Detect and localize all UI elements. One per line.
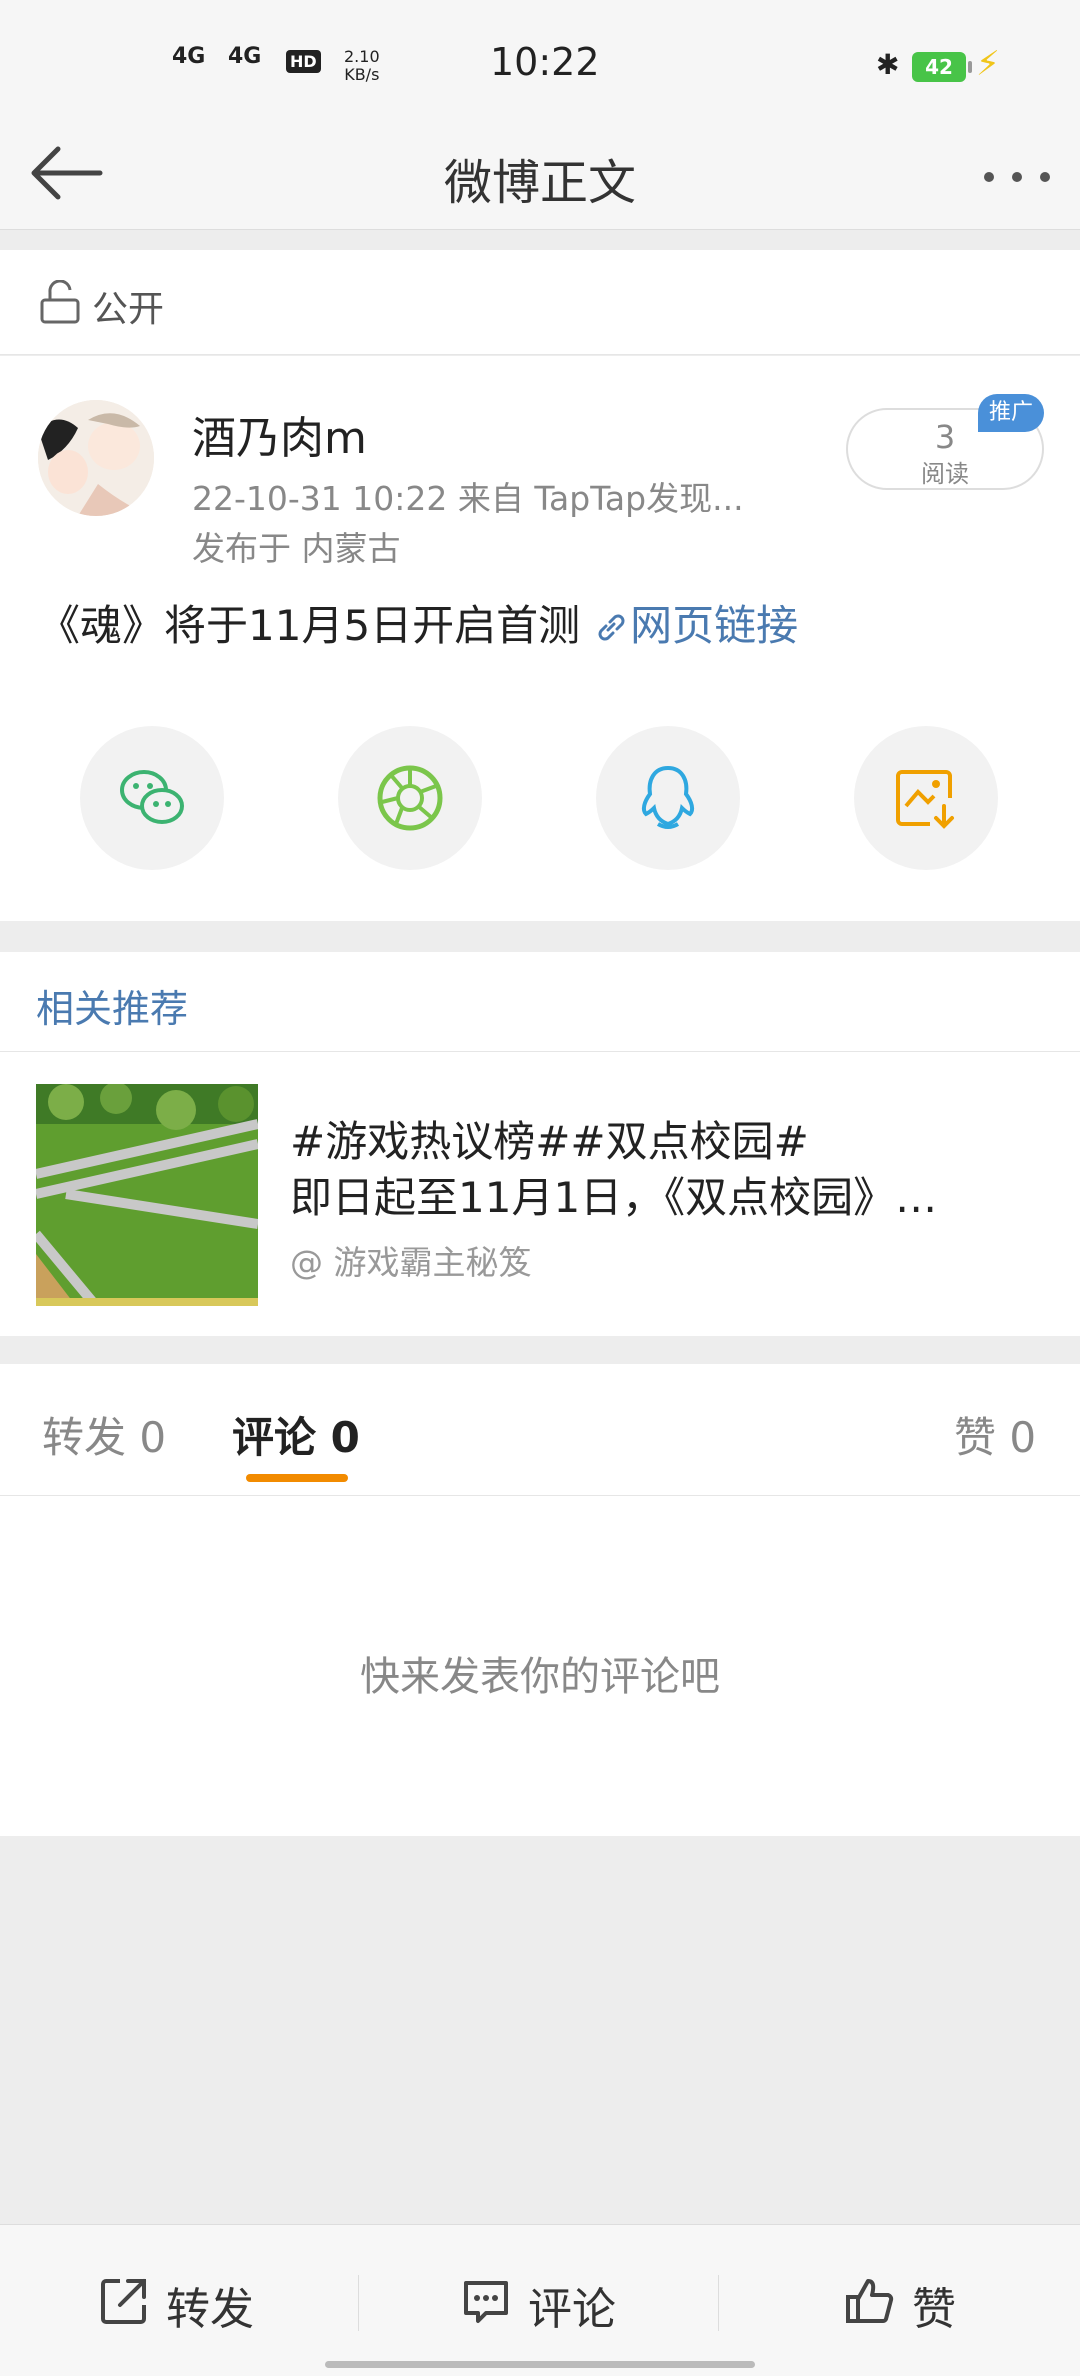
share-arrow-icon bbox=[101, 2279, 146, 2324]
like-label: 赞 bbox=[912, 2284, 956, 2335]
visibility-label: 公开 bbox=[92, 289, 165, 330]
battery-icon: 42 bbox=[912, 52, 972, 82]
share-moments-button[interactable] bbox=[338, 726, 482, 870]
related-item-summary: 即日起至11月1日，《双点校园》… bbox=[290, 1173, 938, 1222]
read-label: 阅读 bbox=[921, 460, 969, 488]
wechat-icon bbox=[120, 770, 184, 824]
avatar-illustration bbox=[38, 400, 154, 516]
post-card: 酒乃肉m 22-10-31 10:22 来自 TapTap发现... 发布于 内… bbox=[0, 356, 1080, 921]
repost-button[interactable]: 转发 bbox=[0, 2225, 358, 2376]
active-tab-indicator bbox=[246, 1474, 348, 1482]
comment-label: 评论 bbox=[528, 2284, 616, 2335]
related-item[interactable]: #游戏热议榜##双点校园# 即日起至11月1日，《双点校园》… @ 游戏霸主秘笈 bbox=[0, 1052, 1080, 1336]
tab-comment[interactable]: 评论 0 bbox=[232, 1404, 360, 1465]
related-title: 相关推荐 bbox=[36, 987, 189, 1031]
link-icon bbox=[598, 614, 625, 641]
dot-icon bbox=[1040, 172, 1050, 182]
comment-button[interactable]: 评论 bbox=[358, 2225, 718, 2376]
thumbs-up-icon bbox=[846, 2279, 894, 2323]
page-title: 微博正文 bbox=[443, 155, 636, 211]
bottom-action-bar: 转发 评论 赞 bbox=[0, 2224, 1080, 2376]
thumbnail-image bbox=[36, 1084, 258, 1306]
save-image-button[interactable] bbox=[854, 726, 998, 870]
status-bar: 4G 4G HD 2.10 KB/s 10:22 ✱ 42 ⚡ bbox=[0, 0, 1080, 125]
charging-icon: ⚡ bbox=[976, 44, 1000, 84]
moments-icon bbox=[377, 765, 443, 831]
status-time: 10:22 bbox=[490, 40, 600, 84]
qq-icon bbox=[641, 765, 695, 829]
promo-tag[interactable]: 推广 bbox=[978, 394, 1044, 432]
nav-bar: 微博正文 bbox=[0, 125, 1080, 230]
related-item-title: #游戏热议榜##双点校园# bbox=[290, 1117, 809, 1166]
tab-repost[interactable]: 转发 0 bbox=[42, 1404, 166, 1465]
dot-icon bbox=[984, 172, 994, 182]
related-item-author: @ 游戏霸主秘笈 bbox=[290, 1243, 532, 1282]
net-speed: 2.10 KB/s bbox=[344, 47, 380, 84]
post-location: 发布于 内蒙古 bbox=[192, 529, 401, 568]
repost-label: 转发 bbox=[166, 2284, 254, 2335]
avatar[interactable] bbox=[38, 400, 154, 516]
like-button[interactable]: 赞 bbox=[718, 2225, 1080, 2376]
unlock-icon bbox=[40, 280, 80, 324]
username[interactable]: 酒乃肉m bbox=[192, 402, 367, 466]
bluetooth-icon: ✱ bbox=[876, 48, 900, 81]
home-indicator[interactable] bbox=[325, 2361, 755, 2368]
dot-icon bbox=[1012, 172, 1022, 182]
share-qq-button[interactable] bbox=[596, 726, 740, 870]
web-link[interactable]: 网页链接 bbox=[630, 601, 798, 650]
empty-comment-prompt[interactable]: 快来发表你的评论吧 bbox=[0, 1644, 1080, 1702]
more-options-button[interactable] bbox=[984, 167, 1054, 187]
related-thumbnail bbox=[36, 1084, 258, 1306]
comment-area: 快来发表你的评论吧 bbox=[0, 1496, 1080, 1836]
signal-icon: 4G bbox=[172, 44, 206, 69]
save-image-icon bbox=[896, 770, 954, 829]
post-text: 《魂》将于11月5日开启首测 网页链接 bbox=[38, 592, 798, 653]
hd-badge: HD bbox=[286, 50, 321, 73]
post-meta: 22-10-31 10:22 来自 TapTap发现... bbox=[192, 479, 744, 518]
post-body: 《魂》将于11月5日开启首测 bbox=[38, 601, 581, 650]
interaction-tabs: 转发 0 评论 0 赞 0 bbox=[0, 1364, 1080, 1496]
signal-icon: 4G bbox=[228, 44, 262, 69]
tab-like[interactable]: 赞 0 bbox=[954, 1404, 1036, 1465]
share-wechat-button[interactable] bbox=[80, 726, 224, 870]
visibility-row[interactable]: 公开 bbox=[0, 250, 1080, 355]
comment-icon bbox=[464, 2281, 508, 2323]
related-header: 相关推荐 bbox=[0, 952, 1080, 1052]
